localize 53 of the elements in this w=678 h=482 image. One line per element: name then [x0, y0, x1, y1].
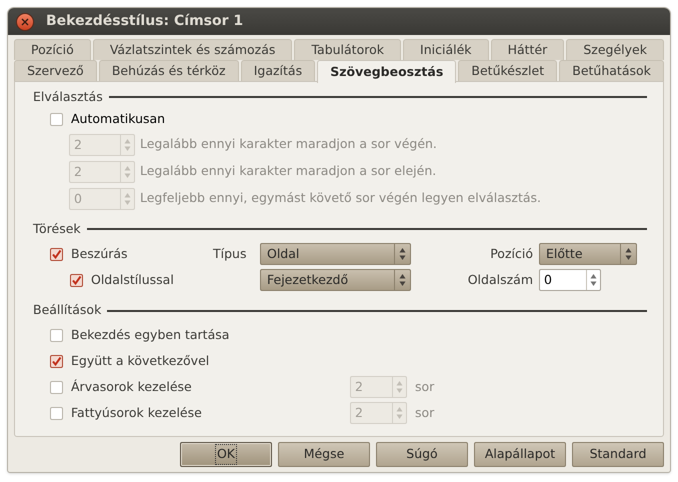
spin-arrows-icon — [396, 380, 403, 394]
checkbox-label[interactable]: Bekezdés egyben tartása — [71, 326, 230, 344]
tab[interactable]: Behúzás és térköz — [98, 60, 239, 81]
field-label: Típus — [212, 244, 248, 263]
checkbox-label[interactable]: Oldalstílussal — [91, 270, 174, 290]
section-title: Beállítások — [33, 301, 102, 320]
dialog-button[interactable]: Mégse — [278, 442, 370, 467]
field-label: Pozíció — [489, 244, 534, 263]
spin-field[interactable]: 0 — [539, 269, 601, 292]
checkbox[interactable] — [50, 328, 63, 342]
tab[interactable]: Tabulátorok — [294, 39, 402, 60]
spin-arrows-icon — [590, 273, 597, 288]
dropdown[interactable]: Előtte — [539, 243, 637, 266]
section-title: Elválasztás — [33, 88, 103, 106]
tab[interactable]: Igazítás — [240, 60, 316, 81]
spin-arrows-icon — [124, 138, 131, 152]
field-label: Legalább ennyi karakter maradjon a sor végén. — [140, 135, 437, 154]
checkbox-label[interactable]: Beszúrás — [71, 244, 128, 264]
tab[interactable]: Iniciálék — [403, 39, 489, 60]
dropdown[interactable]: Fejezetkezdő — [260, 269, 411, 292]
field-label: Oldalszám — [466, 270, 534, 289]
spin-arrows-icon — [124, 164, 131, 178]
tab[interactable]: Vázlatszintek és számozás — [92, 39, 292, 60]
spin-arrows-icon — [625, 247, 632, 262]
dialog-button[interactable]: Alapállapot — [474, 442, 566, 467]
tab[interactable]: Háttér — [490, 39, 564, 60]
dropdown[interactable]: Oldal — [260, 243, 411, 266]
field-label: Legfeljebb ennyi, egymást követő sor végén legyen elválasztás. — [140, 189, 542, 208]
checkbox[interactable] — [70, 274, 83, 287]
field-label: Legalább ennyi karakter maradjon a sor elején. — [140, 162, 436, 180]
tab[interactable]: Szegélyek — [566, 39, 664, 60]
spin-arrows-icon — [124, 192, 131, 206]
tab[interactable]: Szervező — [14, 60, 97, 81]
section-title: Törések — [33, 220, 81, 238]
unit-label: sor — [415, 378, 434, 396]
tab[interactable]: Betűhatások — [559, 60, 664, 81]
checkbox-label[interactable]: Együtt a következővel — [71, 352, 210, 370]
dialog-button[interactable]: Súgó — [376, 442, 468, 467]
window-title: Bekezdésstílus: Címsor 1 — [46, 12, 244, 31]
checkbox-label[interactable]: Automatikusan — [71, 110, 166, 128]
spin-arrows-icon — [399, 273, 406, 288]
checkbox[interactable] — [50, 354, 63, 368]
checkbox[interactable] — [50, 112, 63, 126]
spin-arrows-icon — [396, 406, 403, 420]
close-icon[interactable] — [16, 12, 34, 30]
tab[interactable]: Pozíció — [14, 39, 91, 60]
checkbox[interactable] — [50, 248, 63, 261]
tab[interactable]: Betűkészlet — [458, 60, 558, 81]
dialog-button[interactable]: Standard — [572, 442, 664, 467]
dialog-button[interactable]: OK — [180, 442, 272, 467]
tab[interactable]: Szövegbeosztás — [317, 60, 456, 83]
spin-arrows-icon — [399, 247, 406, 262]
unit-label: sor — [415, 404, 434, 422]
